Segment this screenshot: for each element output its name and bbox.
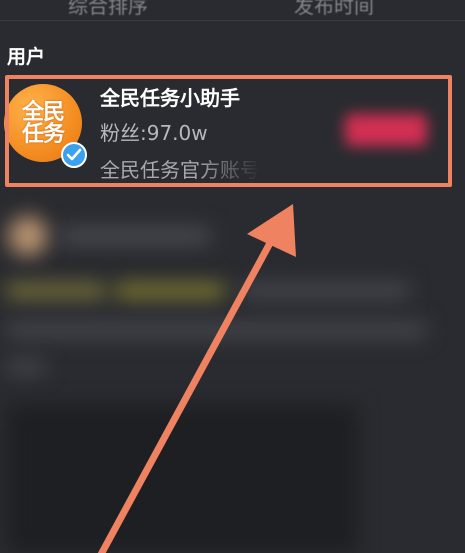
annotation-arrow-icon — [97, 204, 296, 553]
